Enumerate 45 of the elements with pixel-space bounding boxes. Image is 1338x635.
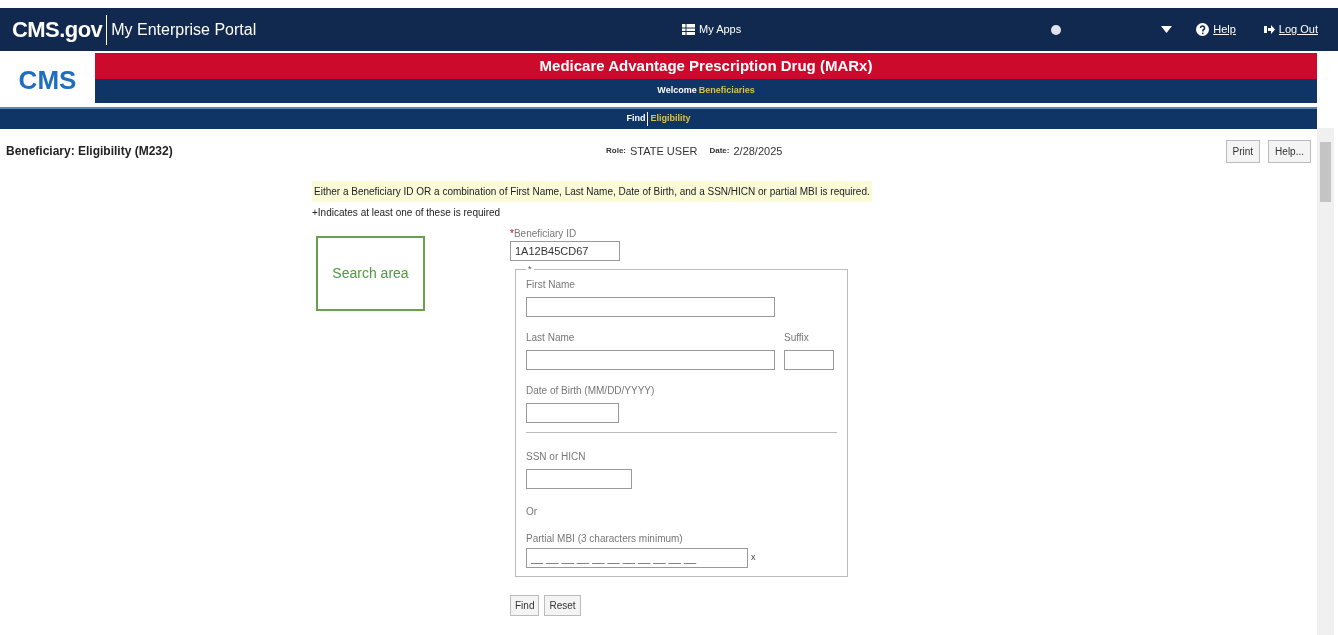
mbi-field[interactable]: __ __ __ __ __ __ __ __ __ __ __ (526, 547, 748, 568)
form-button[interactable]: Reset (544, 594, 581, 616)
last-name-field[interactable] (526, 349, 775, 370)
date-value: 2/28/2025 (733, 143, 783, 159)
or-text: Or (526, 504, 539, 519)
search-area-box: Search area (316, 236, 425, 311)
form-button[interactable]: Find (510, 594, 540, 616)
page-title: Beneficiary: Eligibility (M232) (6, 143, 174, 160)
user-icon[interactable] (1051, 24, 1062, 35)
beneficiary-id-label: *Beneficiary ID (510, 227, 578, 241)
welcome-label: Welcome (657, 84, 697, 98)
portal-name: My Enterprise Portal (111, 19, 257, 40)
clear-button[interactable]: x (751, 550, 756, 565)
my-apps-button[interactable]: My Apps (682, 21, 742, 38)
field-label: SSN or HICN (526, 449, 587, 464)
logout-icon (1263, 25, 1275, 34)
role-value: STATE USER (630, 143, 698, 159)
field-label: Suffix (784, 330, 810, 345)
field-label: Last Name (526, 330, 576, 345)
field-label: Partial MBI (3 characters minimum) (526, 531, 684, 546)
caret-icon[interactable] (1161, 26, 1173, 33)
beneficiary-id-field[interactable]: 1A12B45CD67 (510, 241, 620, 261)
page-button[interactable]: Help... (1268, 139, 1311, 163)
logout-link[interactable]: Log Out (1263, 21, 1318, 38)
page-button[interactable]: Print (1225, 139, 1261, 163)
role-label: Role: (606, 145, 626, 157)
app-title: Medicare Advantage Prescription Drug (MARx) (95, 53, 1317, 79)
required-note: +Indicates at least one of these is required (312, 206, 502, 220)
date-label: Date: (709, 145, 730, 157)
field-label: Date of Birth (MM/DD/YYYY) (526, 383, 656, 398)
notice-text: Either a Beneficiary ID OR a combination of First Name, Last Name, Date of Birth, and a SSN/HICN or partial MBI is required. (312, 181, 872, 202)
scrollbar[interactable] (1317, 128, 1334, 635)
welcome-link[interactable]: Beneficiaries (698, 84, 755, 98)
question-icon (1196, 23, 1210, 36)
first-name-field[interactable] (526, 296, 775, 317)
suffix-field[interactable] (784, 349, 834, 370)
ssn-field[interactable] (526, 468, 632, 489)
help-link[interactable]: Help (1196, 21, 1236, 38)
brand-logo[interactable]: CMS.gov (12, 13, 103, 46)
find-link[interactable]: Eligibility (647, 112, 691, 126)
find-label: Find (626, 112, 646, 126)
field-label: First Name (526, 277, 576, 292)
dob-field[interactable] (526, 402, 619, 423)
grid-icon (682, 24, 696, 35)
group-mark: * (527, 263, 533, 276)
